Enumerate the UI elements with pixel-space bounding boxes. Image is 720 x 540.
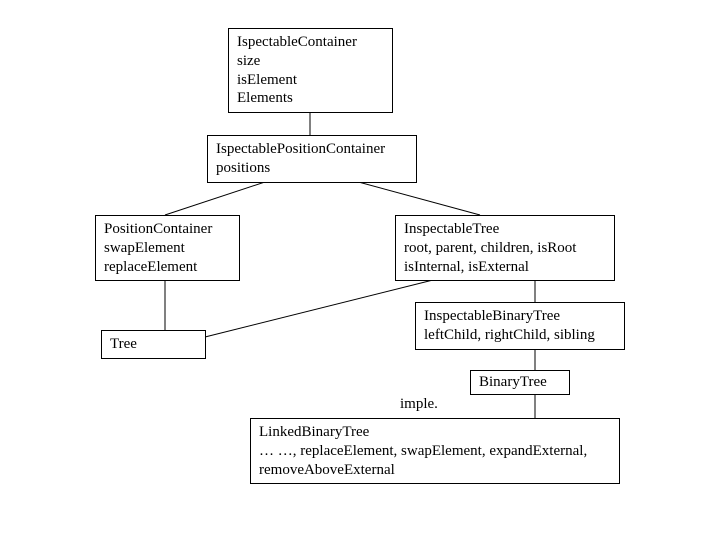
node-inspectable-tree: InspectableTree root, parent, children, …	[395, 215, 615, 281]
node-title: LinkedBinaryTree	[259, 423, 611, 442]
node-title: PositionContainer	[104, 220, 231, 239]
node-position-container: PositionContainer swapElement replaceEle…	[95, 215, 240, 281]
node-title: IspectablePositionContainer	[216, 140, 408, 159]
node-tree: Tree	[101, 330, 206, 359]
node-inspectable-binary-tree: InspectableBinaryTree leftChild, rightCh…	[415, 302, 625, 350]
node-line: … …, replaceElement, swapElement, expand…	[259, 442, 611, 461]
node-title: Tree	[110, 335, 197, 354]
node-ispectable-container: IspectableContainer size isElement Eleme…	[228, 28, 393, 113]
node-line: swapElement	[104, 239, 231, 258]
node-title: InspectableTree	[404, 220, 606, 239]
node-line: Elements	[237, 89, 384, 108]
node-title: InspectableBinaryTree	[424, 307, 616, 326]
node-line: root, parent, children, isRoot	[404, 239, 606, 258]
node-ispectable-position-container: IspectablePositionContainer positions	[207, 135, 417, 183]
node-binary-tree: BinaryTree	[470, 370, 570, 395]
node-line: replaceElement	[104, 258, 231, 277]
node-title: IspectableContainer	[237, 33, 384, 52]
node-line: removeAboveExternal	[259, 461, 611, 480]
imple-label: imple.	[400, 396, 438, 413]
node-line: isInternal, isExternal	[404, 258, 606, 277]
diagram-stage: IspectableContainer size isElement Eleme…	[0, 0, 720, 540]
node-line: positions	[216, 159, 408, 178]
node-line: isElement	[237, 71, 384, 90]
node-linked-binary-tree: LinkedBinaryTree … …, replaceElement, sw…	[250, 418, 620, 484]
node-line: size	[237, 52, 384, 71]
node-line: leftChild, rightChild, sibling	[424, 326, 616, 345]
node-title: BinaryTree	[479, 373, 561, 392]
